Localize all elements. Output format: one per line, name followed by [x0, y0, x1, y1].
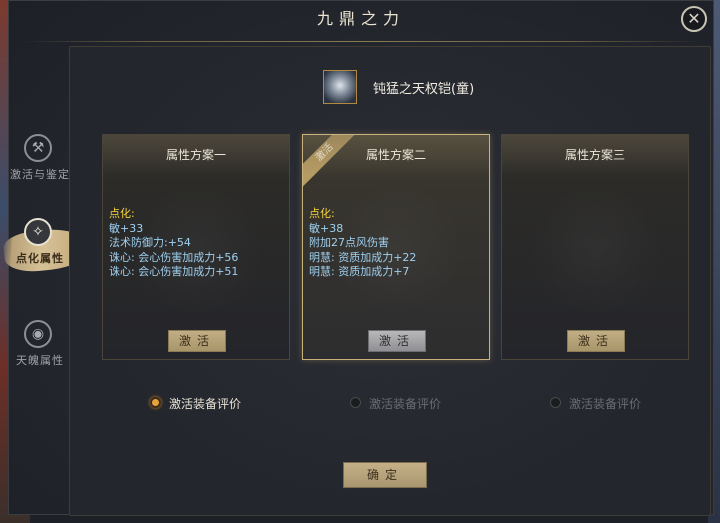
tab-soul-attributes[interactable]: ◉ 天魄属性	[0, 314, 80, 384]
attribute-section-label: 点化:	[309, 207, 335, 220]
card-title: 属性方案三	[502, 135, 688, 175]
attribute-line: 敏+38	[309, 221, 344, 235]
attribute-line: 明慧: 资质加成力+22	[309, 250, 417, 264]
tab-enhance-attributes[interactable]: ✧ 点化属性	[0, 212, 92, 282]
card-title: 属性方案一	[103, 135, 289, 175]
radio-indicator	[350, 397, 361, 408]
flame-orb-icon: ✧	[24, 218, 52, 246]
attribute-line: 敏+33	[109, 221, 144, 235]
radio-indicator	[550, 397, 561, 408]
spirit-orb-icon: ◉	[24, 320, 52, 348]
close-icon: ✕	[687, 9, 701, 28]
card-background-emblem	[526, 185, 666, 315]
card-attributes: 点化: 敏+38 附加27点风伤害 明慧: 资质加成力+22 明慧: 资质加成力…	[309, 207, 485, 280]
tab-label: 天魄属性	[16, 354, 64, 367]
activate-button[interactable]: 激活	[567, 330, 625, 352]
attribute-plan-card-1[interactable]: 属性方案一 点化: 敏+33 法术防御力:+54 诛心: 会心伤害加成力+56 …	[102, 134, 290, 360]
radio-label: 激活装备评价	[369, 397, 442, 411]
attribute-line: 诛心: 会心伤害加成力+51	[109, 265, 239, 278]
card-attributes: 点化: 敏+33 法术防御力:+54 诛心: 会心伤害加成力+56 诛心: 会心…	[109, 207, 285, 280]
item-name: 钝猛之天权铠(童)	[373, 82, 475, 97]
attribute-line: 附加27点风伤害	[309, 236, 389, 249]
activate-button[interactable]: 激活	[368, 330, 426, 352]
tab-label: 激活与鉴定	[10, 168, 70, 181]
tab-activate-identify[interactable]: ⚒ 激活与鉴定	[0, 128, 80, 198]
card-title: 属性方案二	[303, 135, 489, 175]
armor-item-icon[interactable]	[323, 70, 357, 104]
close-button[interactable]: ✕	[681, 6, 707, 32]
confirm-button[interactable]: 确定	[343, 462, 427, 488]
window-title: 九鼎之力	[316, 9, 405, 28]
radio-indicator	[150, 397, 161, 408]
radio-label: 激活装备评价	[569, 397, 642, 411]
attribute-line: 诛心: 会心伤害加成力+56	[109, 250, 239, 264]
attribute-section-label: 点化:	[109, 207, 135, 220]
attribute-line: 明慧: 资质加成力+7	[309, 265, 410, 278]
attribute-plan-card-3[interactable]: 属性方案三 激活	[501, 134, 689, 360]
attribute-plan-card-2[interactable]: 激活 属性方案二 点化: 敏+38 附加27点风伤害 明慧: 资质加成力+22 …	[302, 134, 490, 360]
attribute-line: 法术防御力:+54	[109, 236, 191, 249]
radio-label: 激活装备评价	[169, 397, 242, 411]
activate-button[interactable]: 激活	[168, 330, 226, 352]
anvil-icon: ⚒	[24, 134, 52, 162]
tab-label: 点化属性	[16, 252, 64, 265]
title-divider	[21, 41, 701, 42]
